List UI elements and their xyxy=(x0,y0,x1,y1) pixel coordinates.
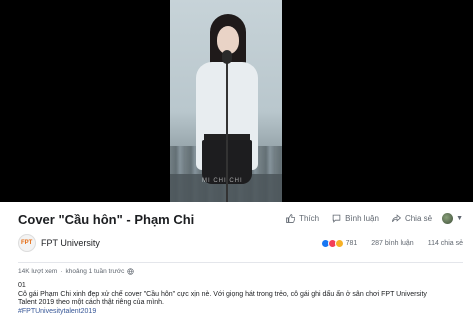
video-frame[interactable]: MI CHI CHI xyxy=(170,0,282,202)
video-player[interactable]: MI CHI CHI xyxy=(0,0,473,202)
desc-line: Talent 2019 theo một cách thật riêng của… xyxy=(18,299,164,307)
page-name-link[interactable]: FPT University xyxy=(41,238,100,248)
post-time[interactable]: khoảng 1 tuần trước xyxy=(66,268,125,275)
share-label: Chia sẻ xyxy=(404,214,433,223)
post-meta: 14K lượt xem · khoảng 1 tuần trước xyxy=(18,268,134,275)
page-avatar[interactable]: FPT xyxy=(18,234,36,252)
reaction-count[interactable]: 781 xyxy=(346,240,358,247)
share-count[interactable]: 114 chia sẻ xyxy=(428,240,463,247)
chevron-down-icon[interactable]: ▼ xyxy=(456,215,463,222)
post-stats: 781 287 bình luận 114 chia sẻ xyxy=(320,239,463,248)
comment-label: Bình luận xyxy=(345,214,379,223)
share-icon xyxy=(392,214,401,223)
desc-line: Cô gái Phạm Chi xinh đẹp xử chế cover "C… xyxy=(18,290,427,298)
like-button[interactable]: Thích xyxy=(286,214,319,223)
profile-avatar[interactable] xyxy=(442,213,454,224)
globe-icon xyxy=(127,268,134,275)
share-button[interactable]: Chia sẻ xyxy=(392,214,432,223)
microphone xyxy=(222,50,232,64)
like-icon xyxy=(286,214,296,223)
post-description: 01 Cô gái Phạm Chi xinh đẹp xử chế cover… xyxy=(18,282,463,316)
post-title-row: Cover "Cầu hôn" - Phạm Chi Thích Bình lu… xyxy=(18,212,463,230)
video-watermark: MI CHI CHI xyxy=(202,178,243,184)
desc-line-number: 01 xyxy=(18,282,26,289)
hashtag-link[interactable]: #FPTUnivesitytalent2019 xyxy=(18,308,463,317)
comment-count[interactable]: 287 bình luận xyxy=(371,240,413,247)
page-info-row: FPT FPT University 781 287 bình luận 114… xyxy=(18,234,463,254)
divider xyxy=(18,262,463,263)
fpt-logo-icon: FPT xyxy=(21,240,33,246)
reactions-summary[interactable] xyxy=(320,239,344,248)
separator-dot: · xyxy=(60,268,63,275)
comment-icon xyxy=(332,214,341,223)
like-label: Thích xyxy=(299,214,320,223)
comment-button[interactable]: Bình luận xyxy=(332,214,379,223)
view-count: 14K lượt xem xyxy=(18,268,58,275)
haha-reaction-icon xyxy=(334,239,344,248)
singer-figure xyxy=(192,12,262,202)
post-actions: Thích Bình luận Chia sẻ ▼ xyxy=(273,213,463,224)
video-title: Cover "Cầu hôn" - Phạm Chi xyxy=(18,212,195,227)
